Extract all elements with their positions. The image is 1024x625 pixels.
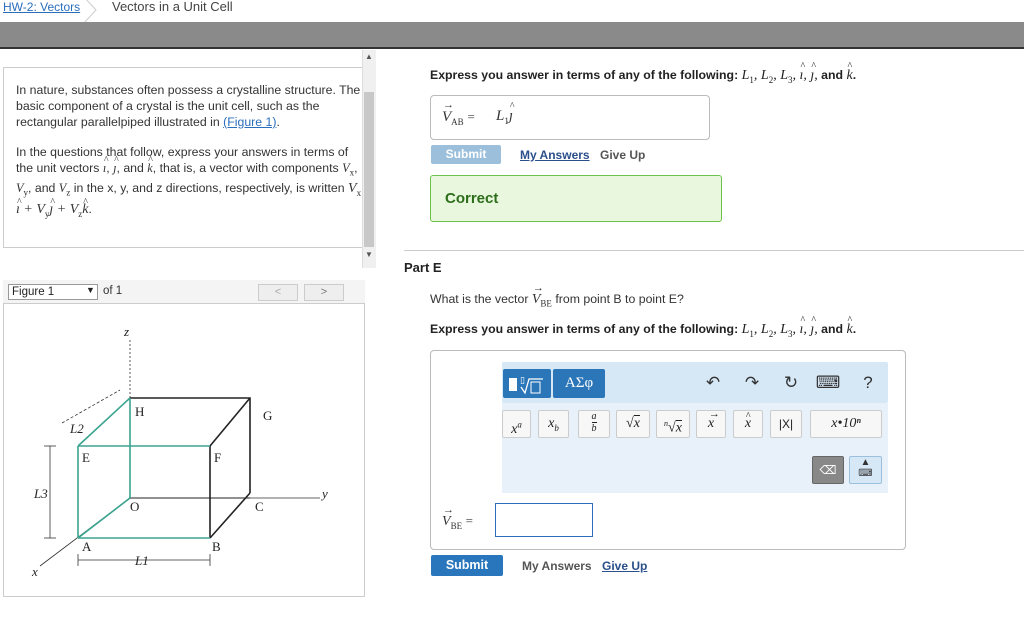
part-d-instruction: Express you answer in terms of any of th… [430,61,856,85]
label-l3: L3 [33,486,48,501]
intro-paragraph-1: In nature, substances often possess a cr… [16,82,362,130]
nth-root-key[interactable]: n√x [656,410,690,438]
point-o: O [130,499,139,514]
figure-1-link[interactable]: (Figure 1) [223,115,276,129]
point-c: C [255,499,264,514]
intro-text-1-end: . [276,115,280,129]
fraction-key[interactable]: ab [578,410,610,438]
part-d-submit-button: Submit [431,145,501,164]
unit-vector-k: k [147,153,153,176]
part-d-my-answers-link[interactable]: My Answers [520,148,590,162]
reset-icon[interactable]: ↻ [778,371,804,395]
part-e-question: What is the vector VBE from point B to p… [430,282,684,308]
part-d-answer-value: L1ȷ [496,101,515,126]
point-a: A [82,539,92,554]
part-e-answer-input[interactable] [495,503,593,537]
scientific-notation-key[interactable]: x•10ⁿ [810,410,882,438]
help-icon[interactable]: ? [855,371,881,395]
component-vx: Vx [342,161,355,178]
part-d-give-up: Give Up [600,148,646,162]
part-divider [404,250,1024,251]
intro-text-2b: , that is, a vector with components [152,161,339,175]
axis-label-x: x [31,564,38,579]
scroll-up-arrow-icon[interactable]: ▲ [362,52,376,64]
chevron-right-icon [83,0,97,23]
breadcrumb-current: Vectors in a Unit Cell [112,0,233,14]
axis-label-z: z [123,324,129,339]
redo-icon[interactable]: ↷ [739,371,765,395]
label-l1: L1 [134,553,149,568]
unit-cell-figure: z y x H G E F O C A B L1 L2 L3 [31,324,328,579]
part-e-my-answers: My Answers [522,559,592,573]
figure-footer [3,596,365,624]
dropdown-arrow-icon: ▼ [86,285,95,295]
figure-count: of 1 [103,285,123,297]
figure-prev-button[interactable]: < [258,284,298,301]
keyboard-icon[interactable]: ⌨ [815,371,841,395]
point-f: F [214,450,221,465]
vector-key[interactable]: x [696,401,726,438]
unit-vector-i: ı [103,153,110,176]
symbols-button[interactable]: ΑΣφ [553,369,605,398]
templates-button[interactable]: ▯ [503,369,551,398]
part-e-submit-button[interactable]: Submit [431,555,503,576]
part-e-give-up-link[interactable]: Give Up [602,559,647,573]
header-bar [0,22,1024,49]
intro-text-2c: in the x, y, and z directions, respectiv… [73,181,345,196]
label-l2: L2 [69,421,84,436]
point-g: G [263,408,272,423]
part-e-answer-label: VBE = [442,504,473,531]
component-vy: Vy [16,181,29,198]
point-b: B [212,539,221,554]
point-e: E [82,450,90,465]
component-vz: Vz [58,181,71,198]
scroll-down-arrow-icon[interactable]: ▼ [362,250,376,262]
superscript-key[interactable]: xa [502,410,531,438]
intro-panel: In nature, substances often possess a cr… [3,67,375,248]
point-h: H [135,404,144,419]
part-e-title: Part E [404,260,442,275]
figure-next-button[interactable]: > [304,284,344,301]
breadcrumb-link-hw2[interactable]: HW-2: Vectors [3,0,80,14]
unit-vector-key[interactable]: x [733,404,763,438]
scrollbar-thumb[interactable] [364,92,374,247]
part-d-answer-label: VAB = [442,99,475,127]
part-e-instruction: Express you answer in terms of any of th… [430,315,856,339]
absolute-value-key[interactable]: |X| [770,410,802,438]
svg-text:▯: ▯ [520,376,525,386]
axis-label-y: y [320,486,328,501]
templates-icon: ▯ [509,376,543,395]
intro-paragraph-2: In the questions that follow, express yo… [16,144,362,222]
figure-select[interactable]: Figure 1 [8,284,98,300]
subscript-key[interactable]: xb [538,410,569,438]
intro-text-1: In nature, substances often possess a cr… [16,83,361,129]
correct-feedback-text: Correct [445,190,499,207]
keyboard-toggle-icon[interactable]: ▲ ⌨ [849,456,882,484]
backspace-icon[interactable]: ⌫ [812,456,844,484]
undo-icon[interactable]: ↶ [700,371,726,395]
sqrt-key[interactable]: √x [616,410,650,438]
unit-vector-j: ȷ [113,153,120,176]
